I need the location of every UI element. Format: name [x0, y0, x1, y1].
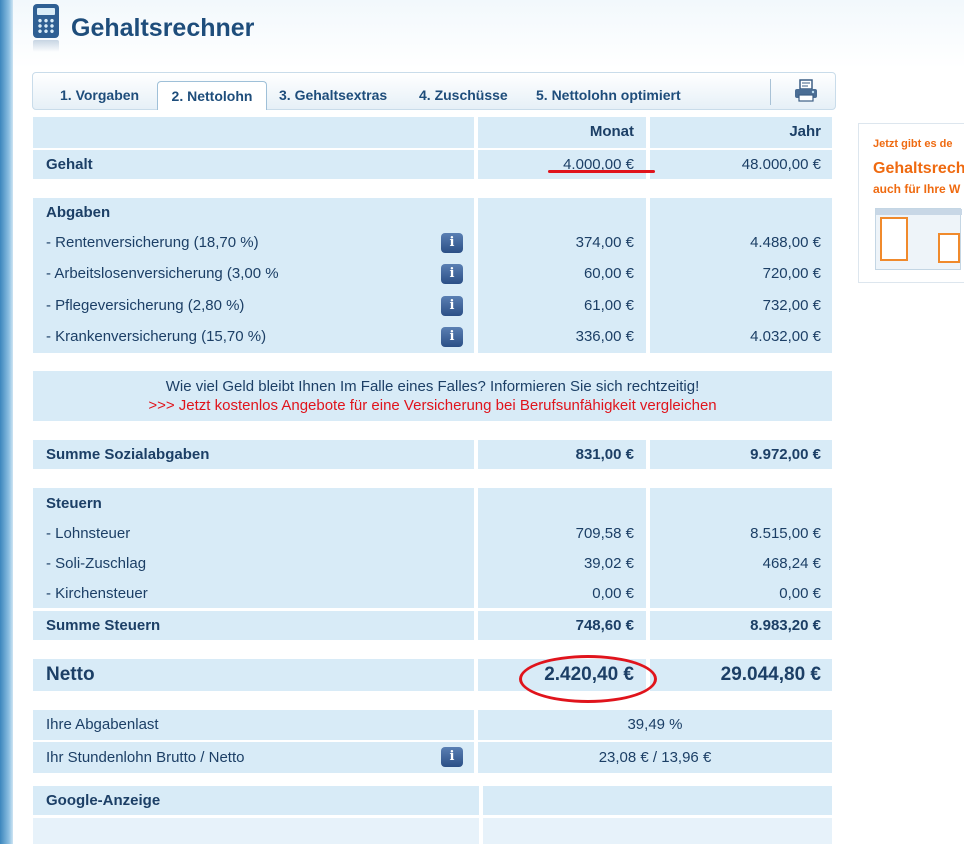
tab-zuschuesse[interactable]: 4. Zuschüsse	[419, 81, 508, 110]
side-ad[interactable]: Jetzt gibt es de Gehaltsrech auch für Ih…	[858, 123, 964, 283]
tab-nettolohn-optimiert[interactable]: 5. Nettolohn optimiert	[536, 81, 681, 110]
print-icon[interactable]	[794, 79, 818, 103]
info-icon[interactable]: i	[441, 233, 463, 253]
summe-steuern-month: 748,60 €	[575, 617, 634, 634]
abgaben-item-month: 60,00 €	[583, 265, 634, 282]
netto-cell-label	[33, 659, 474, 691]
banner-offer-link[interactable]: >>> Jetzt kostenlos Angebote für eine Ve…	[33, 397, 832, 414]
abgaben-item-label: - Rentenversicherung (18,70 %)	[46, 234, 259, 251]
netto-label: Netto	[46, 664, 95, 685]
calculator-icon-reflection	[33, 40, 59, 52]
gehalt-year-value: 48.000,00 €	[741, 156, 821, 173]
abgaben-item-year: 732,00 €	[762, 297, 821, 314]
summe-steuern-year: 8.983,20 €	[750, 617, 821, 634]
summe-sozial-month: 831,00 €	[575, 446, 634, 463]
insurance-banner: Wie viel Geld bleibt Ihnen Im Falle eine…	[33, 371, 832, 421]
stundenlohn-label: Ihr Stundenlohn Brutto / Netto	[46, 749, 245, 766]
abgaben-item-year: 4.032,00 €	[750, 328, 821, 345]
abgaben-item-label: - Krankenversicherung (15,70 %)	[46, 328, 267, 345]
side-ad-headline: Gehaltsrech	[873, 160, 964, 177]
steuern-item-month: 39,02 €	[583, 555, 634, 572]
abgaben-item-month: 61,00 €	[583, 297, 634, 314]
abgaben-item-year: 720,00 €	[762, 265, 821, 282]
google-ad-content-right	[483, 818, 832, 844]
side-ad-line3: auch für Ihre W	[873, 182, 961, 196]
steuern-item-month: 0,00 €	[592, 585, 634, 602]
summe-sozial-year: 9.972,00 €	[750, 446, 821, 463]
netto-year-value: 29.044,80 €	[720, 664, 821, 685]
tab-vorgaben[interactable]: 1. Vorgaben	[60, 81, 139, 110]
banner-question: Wie viel Geld bleibt Ihnen Im Falle eine…	[165, 378, 700, 395]
info-icon[interactable]: i	[441, 296, 463, 316]
stundenlohn-value: 23,08 € / 13,96 €	[598, 749, 712, 766]
info-icon[interactable]: i	[441, 327, 463, 347]
steuern-item-year: 468,24 €	[762, 555, 821, 572]
tab-nettolohn[interactable]: 2. Nettolohn	[157, 81, 267, 110]
column-header-month: Monat	[589, 123, 634, 140]
red-underline-annotation	[548, 170, 655, 173]
side-ad-line1: Jetzt gibt es de	[873, 138, 953, 150]
abgaben-item-month: 374,00 €	[575, 234, 634, 251]
google-ad-cell-right	[483, 786, 832, 815]
steuern-item-label: - Lohnsteuer	[46, 525, 131, 542]
summe-sozial-label: Summe Sozialabgaben	[46, 446, 210, 463]
steuern-item-label: - Kirchensteuer	[46, 585, 148, 602]
column-header-year: Jahr	[789, 123, 821, 140]
steuern-item-year: 0,00 €	[779, 585, 821, 602]
summe-steuern-label: Summe Steuern	[46, 617, 161, 634]
abgaben-item-label: - Arbeitslosenversicherung (3,00 %	[46, 265, 279, 282]
steuern-heading: Steuern	[46, 495, 102, 512]
google-ad-content-left	[33, 818, 479, 844]
header-cell-label	[33, 117, 474, 148]
gehalt-cell-label	[33, 150, 474, 179]
left-rail	[0, 0, 13, 844]
page-title: Gehaltsrechner	[71, 14, 255, 42]
side-ad-screenshot-image	[875, 208, 962, 270]
abgaben-heading: Abgaben	[46, 204, 111, 221]
abgaben-item-month: 336,00 €	[575, 328, 634, 345]
steuern-item-month: 709,58 €	[575, 525, 634, 542]
abgabenlast-label: Ihre Abgabenlast	[46, 716, 159, 733]
steuern-item-label: - Soli-Zuschlag	[46, 555, 147, 572]
google-ad-label: Google-Anzeige	[46, 792, 161, 809]
red-circle-annotation	[519, 655, 657, 703]
info-icon[interactable]: i	[441, 264, 463, 284]
tab-separator	[770, 79, 771, 105]
tab-bar: 1. Vorgaben 2. Nettolohn 3. Gehaltsextra…	[32, 72, 836, 110]
abgabenlast-value: 39,49 %	[627, 716, 683, 733]
info-icon[interactable]: i	[441, 747, 463, 767]
tab-gehaltsextras[interactable]: 3. Gehaltsextras	[279, 81, 387, 110]
calculator-icon	[33, 4, 59, 38]
gehalt-label: Gehalt	[46, 156, 93, 173]
steuern-item-year: 8.515,00 €	[750, 525, 821, 542]
abgaben-item-year: 4.488,00 €	[750, 234, 821, 251]
abgaben-item-label: - Pflegeversicherung (2,80 %)	[46, 297, 245, 314]
